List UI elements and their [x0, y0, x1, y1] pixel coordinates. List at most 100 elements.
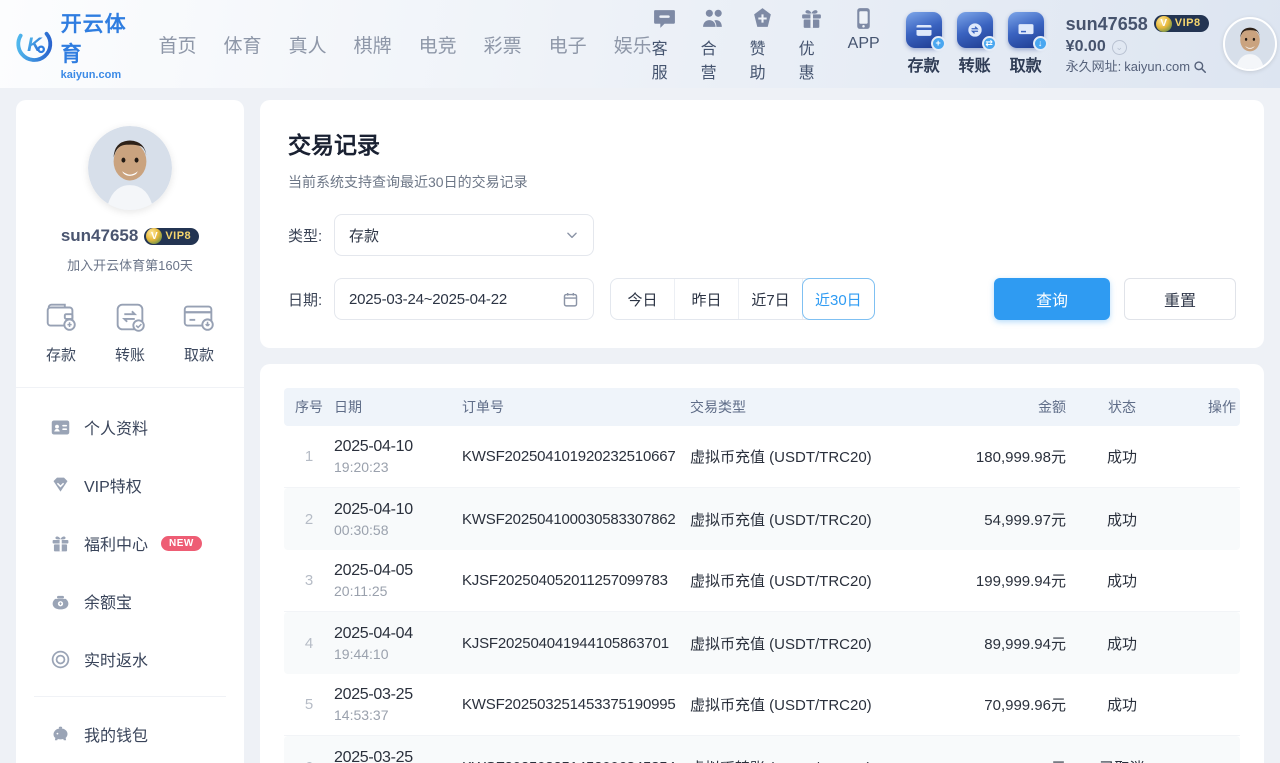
user-avatar[interactable]: [1223, 17, 1277, 71]
brand-name: 开云体育: [61, 8, 131, 68]
row-transaction-type: 虚拟币充值 (USDT/TRC20): [690, 570, 916, 591]
col-action: 操作: [1178, 397, 1240, 417]
row-status: 已取消: [1066, 757, 1178, 763]
row-index: 2: [284, 511, 334, 528]
gift-icon: [50, 533, 71, 554]
piggy-bank-icon: [50, 724, 71, 745]
col-index: 序号: [284, 397, 334, 417]
row-index: 6: [284, 759, 334, 763]
sponsor-menu-item[interactable]: 赞助: [750, 6, 775, 83]
withdraw-icon: ↓: [1008, 12, 1044, 48]
row-index: 1: [284, 448, 334, 465]
table-row[interactable]: 1 2025-04-10 19:20:23 KWSF20250410192023…: [284, 426, 1240, 488]
sidebar-withdraw-button[interactable]: 取款: [180, 298, 218, 365]
row-order-number: KJSF202504052011257099783: [462, 572, 690, 589]
rebate-icon: [50, 649, 71, 670]
vip-shield-icon: V: [1156, 16, 1172, 32]
sidebar-item-profile[interactable]: 个人资料: [16, 398, 244, 456]
row-transaction-type: 虚拟币充值 (USDT/TRC20): [690, 509, 916, 530]
filter-card: 交易记录 当前系统支持查询最近30日的交易记录 类型: 存款 日期: 2025-…: [260, 100, 1264, 348]
row-order-number: KWSF202503251453375190995: [462, 696, 690, 713]
col-type: 交易类型: [690, 397, 916, 417]
sponsor-icon: [750, 6, 775, 31]
support-menu-item[interactable]: 客服: [652, 6, 677, 83]
vip-badge: V VIP8: [1154, 15, 1209, 32]
kaiyun-logo-icon: K: [16, 21, 53, 67]
row-transaction-type: 虚拟币转账 (USDT/TRC20): [690, 757, 916, 763]
table-row[interactable]: 3 2025-04-05 20:11:25 KJSF20250405201125…: [284, 550, 1240, 612]
sidebar-menu: 个人资料 VIP特权 福利中心 NEW 余额宝 实时返水 我: [16, 388, 244, 763]
row-datetime: 2025-03-25 14:52:00: [334, 749, 462, 763]
row-transaction-type: 虚拟币充值 (USDT/TRC20): [690, 446, 916, 467]
sidebar-quick-actions: 存款 转账 取款: [16, 274, 244, 388]
nav-esports[interactable]: 电竞: [419, 31, 457, 58]
type-select[interactable]: 存款: [334, 214, 594, 256]
row-order-number: KWSF202503251452006845854: [462, 759, 690, 763]
row-index: 5: [284, 696, 334, 713]
sidebar-item-welfare[interactable]: 福利中心 NEW: [16, 514, 244, 572]
sidebar-item-rebate[interactable]: 实时返水: [16, 630, 244, 688]
profile-avatar[interactable]: [88, 126, 172, 210]
range-today-button[interactable]: 今日: [611, 279, 675, 319]
refresh-balance-icon[interactable]: ⌄: [1112, 40, 1127, 55]
table-row[interactable]: 2 2025-04-10 00:30:58 KWSF20250410003058…: [284, 488, 1240, 550]
range-yesterday-button[interactable]: 昨日: [675, 279, 739, 319]
chevron-down-icon: [565, 228, 579, 242]
deposit-button[interactable]: + 存款: [906, 12, 942, 76]
search-icon[interactable]: [1193, 60, 1207, 74]
range-7days-button[interactable]: 近7日: [739, 279, 803, 319]
page-subtitle: 当前系统支持查询最近30日的交易记录: [288, 172, 1236, 192]
type-filter-row: 类型: 存款: [288, 214, 1236, 256]
row-order-number: KWSF202504100030583307862: [462, 511, 690, 528]
nav-lottery[interactable]: 彩票: [484, 31, 522, 58]
partner-menu-item[interactable]: 合营: [701, 6, 726, 83]
perm-url: kaiyun.com: [1124, 59, 1190, 75]
partner-icon: [701, 6, 726, 31]
app-menu-item[interactable]: APP: [848, 6, 880, 83]
date-label: 日期:: [288, 289, 334, 310]
sidebar-item-vip[interactable]: VIP特权: [16, 456, 244, 514]
sidebar-item-yuebao[interactable]: 余额宝: [16, 572, 244, 630]
row-order-number: KWSF202504101920232510667: [462, 448, 690, 465]
reset-button[interactable]: 重置: [1124, 278, 1236, 320]
row-amount: 54,999.97元: [916, 509, 1066, 530]
range-30days-button[interactable]: 近30日: [802, 278, 875, 320]
table-row[interactable]: 4 2025-04-04 19:44:10 KJSF20250404194410…: [284, 612, 1240, 674]
main-content: 交易记录 当前系统支持查询最近30日的交易记录 类型: 存款 日期: 2025-…: [260, 100, 1264, 763]
table-row[interactable]: 5 2025-03-25 14:53:37 KWSF20250325145337…: [284, 674, 1240, 736]
quick-menu: 客服 合营 赞助 优惠 APP: [652, 6, 880, 83]
transfer-button[interactable]: ⇄ 转账: [957, 12, 993, 76]
nav-casino[interactable]: 娱乐: [614, 31, 652, 58]
sidebar-deposit-button[interactable]: 存款: [42, 298, 80, 365]
promo-menu-item[interactable]: 优惠: [799, 6, 824, 83]
nav-chess[interactable]: 棋牌: [354, 31, 392, 58]
col-order: 订单号: [462, 397, 690, 417]
withdraw-icon: [180, 298, 218, 336]
row-index: 4: [284, 635, 334, 652]
table-row[interactable]: 6 2025-03-25 14:52:00 KWSF20250325145200…: [284, 736, 1240, 763]
id-card-icon: [50, 417, 71, 438]
user-info: sun47658 V VIP8 ¥0.00 ⌄ 永久网址: kaiyun.com: [1066, 13, 1209, 76]
row-amount: 199,999.94元: [916, 570, 1066, 591]
brand-logo[interactable]: K 开云体育 kaiyun.com: [16, 8, 131, 81]
col-status: 状态: [1066, 397, 1178, 417]
sidebar-item-wallet[interactable]: 我的钱包: [16, 705, 244, 763]
date-range-input[interactable]: 2025-03-24~2025-04-22: [334, 278, 594, 320]
transfer-icon: [111, 298, 149, 336]
sidebar: sun47658 V VIP8 加入开云体育第160天 存款 转账 取款: [16, 100, 244, 763]
row-status: 成功: [1066, 570, 1178, 591]
nav-slots[interactable]: 电子: [549, 31, 587, 58]
vip-shield-icon: V: [146, 228, 162, 244]
nav-home[interactable]: 首页: [159, 31, 197, 58]
sidebar-transfer-button[interactable]: 转账: [111, 298, 149, 365]
row-transaction-type: 虚拟币充值 (USDT/TRC20): [690, 633, 916, 654]
search-button[interactable]: 查询: [994, 278, 1110, 320]
nav-sports[interactable]: 体育: [224, 31, 262, 58]
transactions-table-card: 序号 日期 订单号 交易类型 金额 状态 操作 1 2025-04-10 19:…: [260, 364, 1264, 763]
withdraw-button[interactable]: ↓ 取款: [1008, 12, 1044, 76]
row-status: 成功: [1066, 446, 1178, 467]
top-header: K 开云体育 kaiyun.com 首页 体育 真人 棋牌 电竞 彩票 电子 娱…: [0, 0, 1280, 88]
date-range-segments: 今日 昨日 近7日 近30日: [610, 278, 875, 320]
money-pot-icon: [50, 591, 71, 612]
nav-live[interactable]: 真人: [289, 31, 327, 58]
